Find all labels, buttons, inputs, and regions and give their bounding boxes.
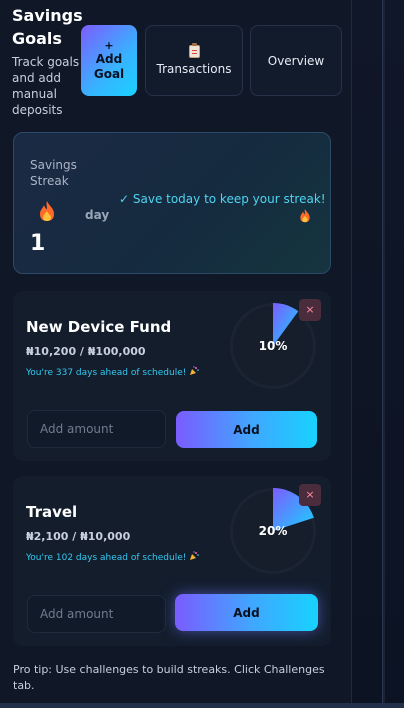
flame-icon <box>300 208 310 223</box>
savings-header: Savings Goals Track goals and add manual… <box>12 4 342 124</box>
goal-name: New Device Fund <box>26 318 172 336</box>
streak-message: ✓ Save today to keep your streak! <box>119 192 326 206</box>
add-amount-button[interactable]: Add <box>176 411 317 448</box>
delete-goal-button[interactable]: × <box>299 299 321 321</box>
page-title: Savings Goals <box>12 6 83 48</box>
transactions-button[interactable]: Transactions <box>145 25 243 96</box>
savings-streak-card: Savings Streak 1 day ✓ Save today to kee… <box>13 132 331 274</box>
add-amount-input[interactable] <box>27 410 166 448</box>
flame-icon <box>40 201 54 221</box>
scrollbar-track[interactable] <box>382 0 385 704</box>
goal-amount: ₦2,100 / ₦10,000 <box>26 530 131 543</box>
goal-schedule-text: You're 337 days ahead of schedule! <box>26 368 187 378</box>
goal-schedule-status: You're 337 days ahead of schedule! <box>26 366 200 378</box>
transactions-label: Transactions <box>156 62 232 76</box>
savings-panel: Savings Goals Track goals and add manual… <box>0 0 352 708</box>
overview-button[interactable]: Overview <box>250 25 342 96</box>
plus-icon: + <box>104 39 114 52</box>
overview-label: Overview <box>267 53 325 68</box>
goal-name: Travel <box>26 503 78 521</box>
goal-schedule-text: You're 102 days ahead of schedule! <box>26 553 187 563</box>
goal-card: New Device Fund ₦10,200 / ₦100,000 You'r… <box>13 291 331 461</box>
goal-percent: 20% <box>258 524 288 538</box>
add-goal-label: Add Goal <box>93 52 125 81</box>
page-subtitle: Track goals and add manual deposits <box>12 55 80 117</box>
party-popper-icon <box>190 366 200 375</box>
goal-schedule-status: You're 102 days ahead of schedule! <box>26 551 200 563</box>
clipboard-icon <box>188 43 200 58</box>
party-popper-icon <box>190 551 200 560</box>
goal-amount: ₦10,200 / ₦100,000 <box>26 345 146 358</box>
adjacent-panel <box>352 0 404 708</box>
streak-unit: day <box>85 208 110 222</box>
bottom-edge <box>0 703 404 708</box>
add-goal-button[interactable]: + Add Goal <box>81 25 137 96</box>
add-amount-button[interactable]: Add <box>175 594 318 631</box>
goal-percent: 10% <box>258 339 288 353</box>
streak-label: Savings Streak <box>30 158 77 188</box>
streak-count: 1 <box>30 231 46 256</box>
add-amount-input[interactable] <box>27 595 166 633</box>
pro-tip: Pro tip: Use challenges to build streaks… <box>13 663 325 692</box>
delete-goal-button[interactable]: × <box>299 484 321 506</box>
goal-card: Travel ₦2,100 / ₦10,000 You're 102 days … <box>13 476 331 646</box>
